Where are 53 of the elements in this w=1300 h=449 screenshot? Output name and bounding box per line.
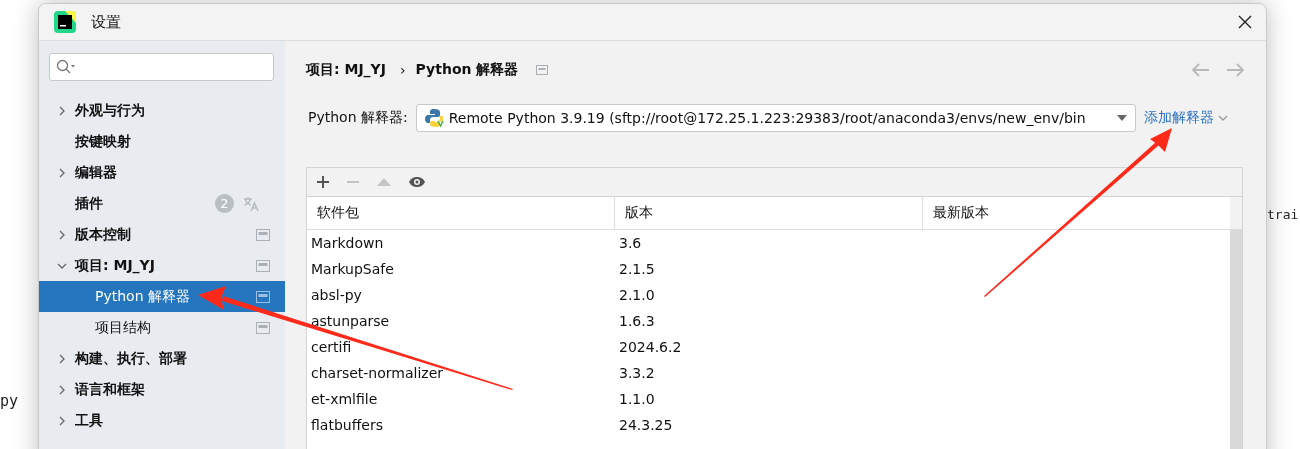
scrollbar[interactable] xyxy=(1230,229,1242,449)
table-cell-text: Markdown xyxy=(310,235,385,251)
breadcrumb-separator: › xyxy=(399,62,406,78)
table-cell-text: certifi xyxy=(310,339,353,355)
code-text: py xyxy=(0,392,19,410)
back-arrow-icon[interactable] xyxy=(1192,63,1210,77)
table-cell-text: 1.1.0 xyxy=(618,391,656,407)
column-header[interactable]: 软件包 xyxy=(307,197,615,229)
sidebar-item[interactable]: 工具 xyxy=(39,405,285,436)
table-cell-text: absl-py xyxy=(310,287,363,303)
close-icon[interactable] xyxy=(1238,15,1252,29)
add-icon[interactable] xyxy=(316,175,330,189)
table-cell-text: charset-normalizer xyxy=(310,365,444,381)
sidebar-item[interactable]: 项目结构 xyxy=(39,312,285,343)
search-field[interactable] xyxy=(49,53,274,81)
sidebar-item[interactable]: 编辑器 xyxy=(39,157,285,188)
interpreter-label: Python 解释器: xyxy=(308,109,408,127)
breadcrumb-link[interactable]: 项目: MJ_YJ xyxy=(306,61,386,79)
search-icon xyxy=(56,59,76,75)
column-header[interactable]: 最新版本 xyxy=(923,197,1230,229)
sidebar-item[interactable]: 构建、执行、部署 xyxy=(39,343,285,374)
table-cell-text: et-xmlfile xyxy=(310,391,379,407)
table-cell-text: astunparse xyxy=(310,313,391,329)
table-cell-text: 2024.6.2 xyxy=(618,339,683,355)
table-cell-text: 1.6.3 xyxy=(618,313,656,329)
app-logo-icon xyxy=(54,11,76,33)
column-header[interactable]: 版本 xyxy=(615,197,923,229)
sidebar-item[interactable]: 语言和框架 xyxy=(39,374,285,405)
sidebar-item[interactable]: 项目: MJ_YJ xyxy=(39,250,285,281)
table-cell-text: 24.3.25 xyxy=(618,417,674,433)
python-icon xyxy=(424,108,445,128)
breadcrumb-current: Python 解释器 xyxy=(415,61,519,79)
sidebar-item[interactable]: Python 解释器 xyxy=(39,281,285,312)
sidebar-item[interactable]: 按键映射 xyxy=(39,126,285,157)
project-scope-icon xyxy=(536,65,549,75)
add-interpreter-link[interactable]: 添加解释器 xyxy=(1143,109,1214,127)
code-text: trai xyxy=(1267,207,1299,222)
table-cell-text: 2.1.5 xyxy=(618,261,656,277)
table-cell-text: 2.1.0 xyxy=(618,287,656,303)
sidebar-item[interactable]: 版本控制 xyxy=(39,219,285,250)
table-cell-text: 3.3.2 xyxy=(618,365,656,381)
interpreter-dropdown[interactable]: Remote Python 3.9.19 (sftp://root@172.25.1.223:29383/root/anaconda3/envs/new_env/bin xyxy=(415,104,1136,132)
forward-arrow-icon[interactable] xyxy=(1226,63,1244,77)
caret-icon xyxy=(1116,115,1127,121)
table-cell-text: flatbuffers xyxy=(310,417,384,433)
sidebar-item[interactable]: 插件 2 xyxy=(39,188,285,219)
window-title: 设置 xyxy=(91,12,121,32)
table-cell-text: MarkupSafe xyxy=(310,261,395,277)
eye-icon[interactable] xyxy=(408,176,426,188)
sidebar-item[interactable]: 外观与行为 xyxy=(39,95,285,126)
count-badge: 2 xyxy=(215,194,234,213)
table-cell-text: 3.6 xyxy=(618,235,643,251)
chevron-icon[interactable] xyxy=(1217,114,1228,122)
